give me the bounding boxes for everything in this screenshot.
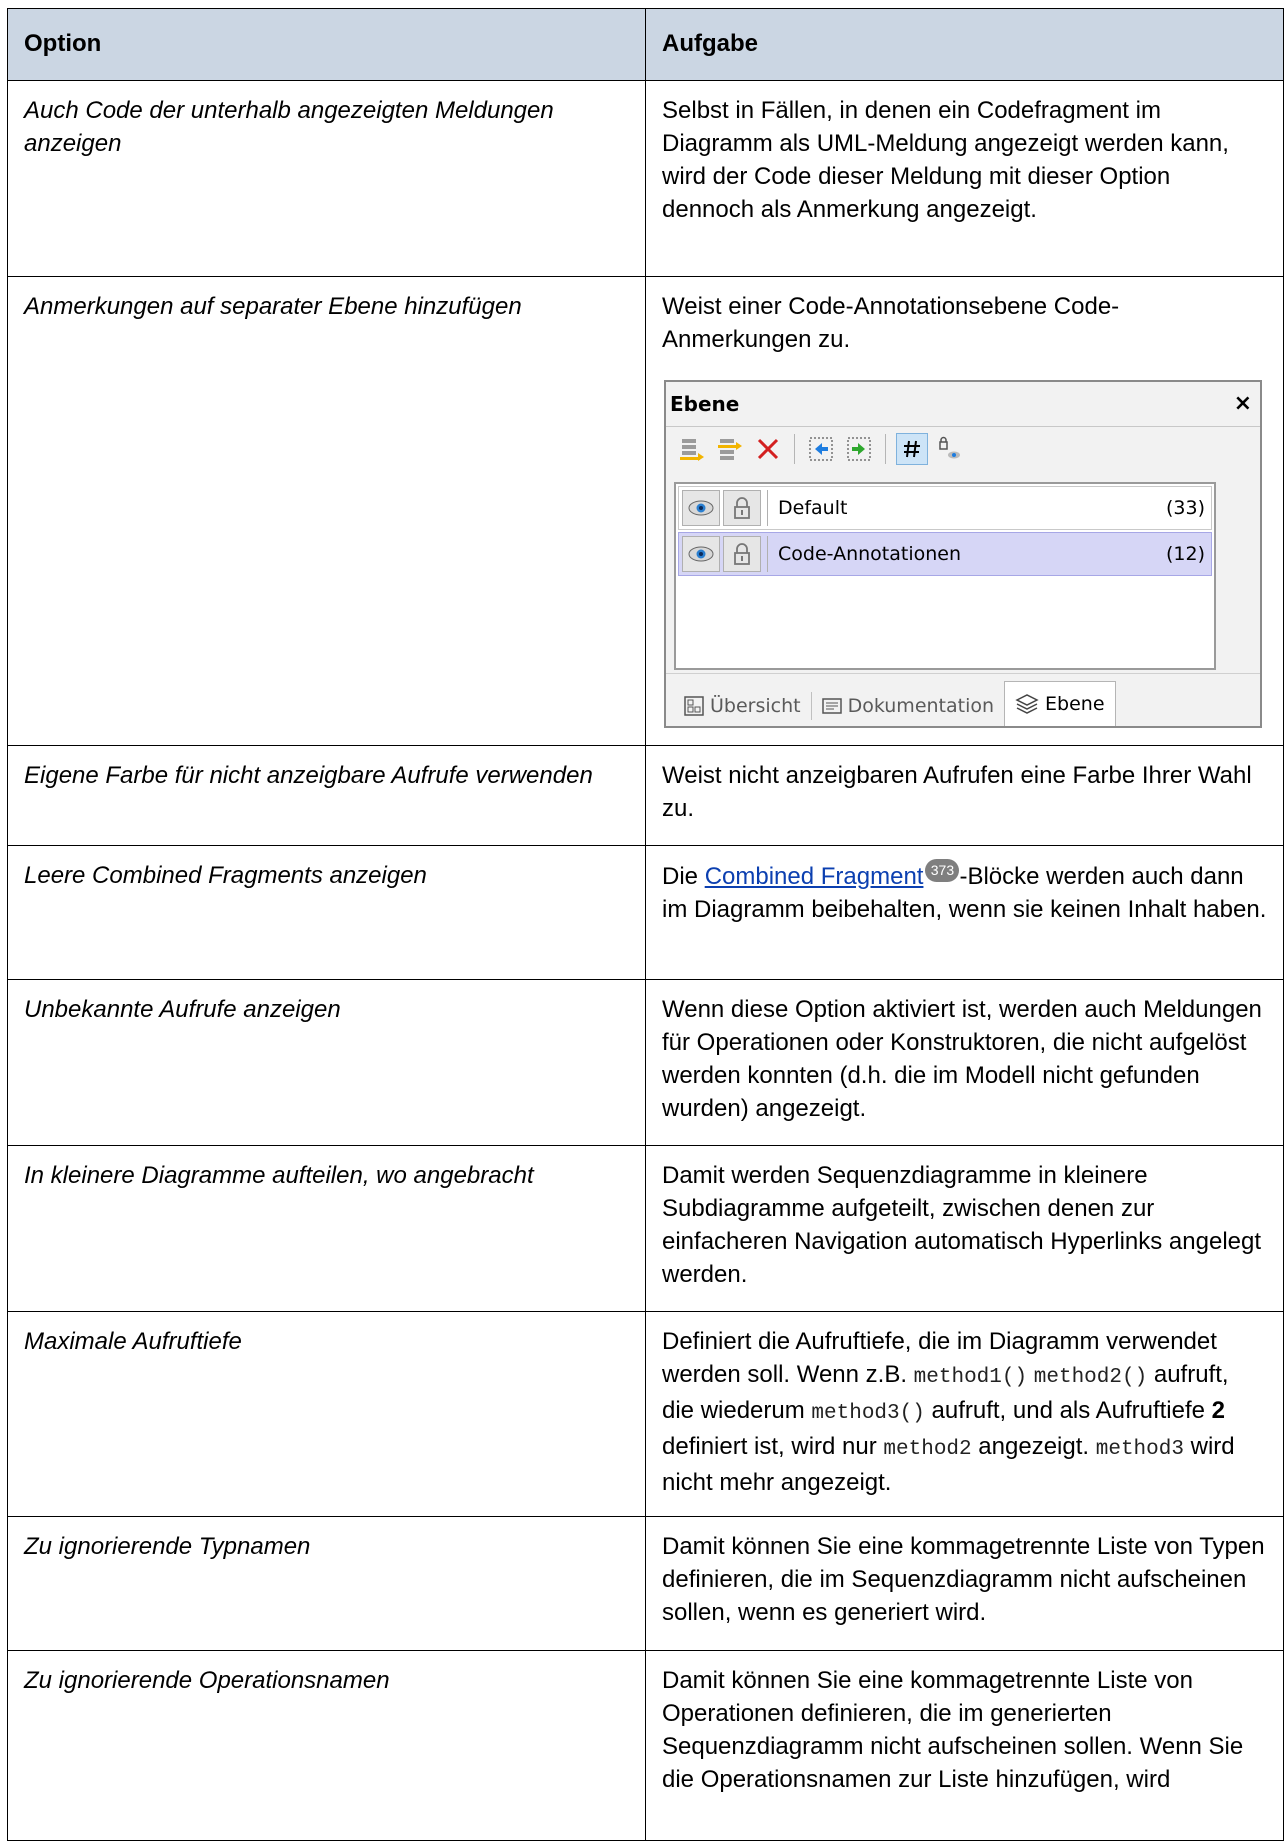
code-method2: method2() bbox=[1033, 1366, 1148, 1389]
eye-icon[interactable] bbox=[682, 490, 720, 526]
layers-panel: Ebene × Default (33) Code-Annotationen (… bbox=[664, 380, 1262, 728]
header-task: Aufgabe bbox=[645, 8, 1284, 81]
move-right-icon[interactable] bbox=[843, 433, 875, 465]
layer-name: Default bbox=[767, 490, 1166, 526]
overview-icon bbox=[684, 696, 704, 716]
code-method1: method1() bbox=[913, 1366, 1028, 1389]
option-task: Wenn diese Option aktiviert ist, werden … bbox=[645, 979, 1284, 1146]
add-layer-icon[interactable] bbox=[676, 433, 708, 465]
option-name: Eigene Farbe für nicht anzeigbare Aufruf… bbox=[7, 745, 646, 846]
table-row: Anmerkungen auf separater Ebene hinzufüg… bbox=[7, 276, 1284, 746]
layer-row-default[interactable]: Default (33) bbox=[678, 486, 1212, 530]
option-name: In kleinere Diagramme aufteilen, wo ange… bbox=[7, 1145, 646, 1312]
task-text-before: Die bbox=[662, 863, 705, 890]
layer-count: (12) bbox=[1165, 542, 1205, 565]
lock-icon[interactable] bbox=[723, 490, 761, 526]
code-method3-name: method3 bbox=[1095, 1438, 1184, 1461]
option-task: Weist nicht anzeigbaren Aufrufen eine Fa… bbox=[645, 745, 1284, 846]
table-row: Eigene Farbe für nicht anzeigbare Aufruf… bbox=[7, 745, 1284, 846]
tab-layers[interactable]: Ebene bbox=[1004, 681, 1116, 726]
table-row: Maximale Aufruftiefe Definiert die Aufru… bbox=[7, 1311, 1284, 1517]
option-name: Unbekannte Aufrufe anzeigen bbox=[7, 979, 646, 1146]
task-text: angezeigt. bbox=[971, 1433, 1096, 1460]
table-header-row: Option Aufgabe bbox=[7, 8, 1284, 81]
option-task: Definiert die Aufruftiefe, die im Diagra… bbox=[645, 1311, 1284, 1517]
option-name: Anmerkungen auf separater Ebene hinzufüg… bbox=[7, 276, 646, 746]
depth-value: 2 bbox=[1211, 1397, 1226, 1424]
layer-row-code-annotations[interactable]: Code-Annotationen (12) bbox=[678, 532, 1212, 576]
grid-icon[interactable] bbox=[896, 433, 928, 465]
tab-label: Dokumentation bbox=[847, 695, 995, 717]
close-icon[interactable]: × bbox=[1234, 382, 1252, 426]
option-task: Die Combined Fragment 373 -Blöcke werden a… bbox=[645, 845, 1284, 980]
eye-icon[interactable] bbox=[682, 536, 720, 572]
option-name: Zu ignorierende Operationsnamen bbox=[7, 1650, 646, 1841]
lock-view-icon[interactable] bbox=[934, 433, 966, 465]
option-task: Weist einer Code-Annotationsebene Code-A… bbox=[645, 276, 1284, 746]
delete-layer-icon[interactable] bbox=[752, 433, 784, 465]
lock-icon[interactable] bbox=[723, 536, 761, 572]
layer-list: Default (33) Code-Annotationen (12) bbox=[674, 482, 1216, 670]
option-task: Damit werden Sequenzdiagramme in kleiner… bbox=[645, 1145, 1284, 1312]
layer-name: Code-Annotationen bbox=[767, 536, 1166, 572]
task-text: definiert ist, wird nur bbox=[662, 1433, 884, 1460]
layers-icon bbox=[1015, 694, 1039, 714]
layer-count: (33) bbox=[1165, 496, 1205, 519]
option-name: Auch Code der unterhalb angezeigten Meld… bbox=[7, 80, 646, 277]
task-text bbox=[1027, 1361, 1034, 1388]
move-left-icon[interactable] bbox=[805, 433, 837, 465]
toolbar-separator bbox=[794, 434, 795, 464]
insert-layer-icon[interactable] bbox=[714, 433, 746, 465]
options-table: Option Aufgabe Auch Code der unterhalb a… bbox=[7, 8, 1284, 1841]
tab-documentation[interactable]: Dokumentation bbox=[812, 686, 1004, 726]
option-task: Damit können Sie eine kommagetrennte Lis… bbox=[645, 1516, 1284, 1651]
layers-panel-titlebar: Ebene × bbox=[666, 382, 1260, 427]
task-text: Weist einer Code-Annotationsebene Code-A… bbox=[662, 293, 1120, 353]
toolbar-separator bbox=[885, 434, 886, 464]
tab-label: Ebene bbox=[1045, 693, 1105, 715]
tab-overview[interactable]: Übersicht bbox=[674, 686, 811, 726]
layers-panel-tabs: Übersicht Dokumentation Ebene bbox=[666, 673, 1260, 726]
documentation-icon bbox=[821, 698, 842, 714]
table-row: Zu ignorierende Operationsnamen Damit kö… bbox=[7, 1650, 1284, 1841]
option-name: Maximale Aufruftiefe bbox=[7, 1311, 646, 1517]
layers-panel-title: Ebene bbox=[670, 392, 740, 416]
page-ref-badge: 373 bbox=[925, 859, 960, 882]
code-method3: method3() bbox=[811, 1402, 925, 1425]
option-name: Zu ignorierende Typnamen bbox=[7, 1516, 646, 1651]
task-text: aufruft, und als Aufruftiefe bbox=[924, 1397, 1212, 1424]
combined-fragment-link[interactable]: Combined Fragment bbox=[705, 863, 924, 890]
table-row: Unbekannte Aufrufe anzeigen Wenn diese O… bbox=[7, 979, 1284, 1146]
code-method2-name: method2 bbox=[883, 1438, 972, 1461]
table-row: In kleinere Diagramme aufteilen, wo ange… bbox=[7, 1145, 1284, 1312]
tab-label: Übersicht bbox=[710, 695, 801, 717]
table-row: Zu ignorierende Typnamen Damit können Si… bbox=[7, 1516, 1284, 1651]
table-row: Auch Code der unterhalb angezeigten Meld… bbox=[7, 80, 1284, 277]
layers-toolbar bbox=[666, 427, 1260, 471]
header-option: Option bbox=[7, 8, 646, 81]
option-task: Damit können Sie eine kommagetrennte Lis… bbox=[645, 1650, 1284, 1841]
option-task: Selbst in Fällen, in denen ein Codefragm… bbox=[645, 80, 1284, 277]
option-name: Leere Combined Fragments anzeigen bbox=[7, 845, 646, 980]
table-row: Leere Combined Fragments anzeigen Die Co… bbox=[7, 845, 1284, 980]
